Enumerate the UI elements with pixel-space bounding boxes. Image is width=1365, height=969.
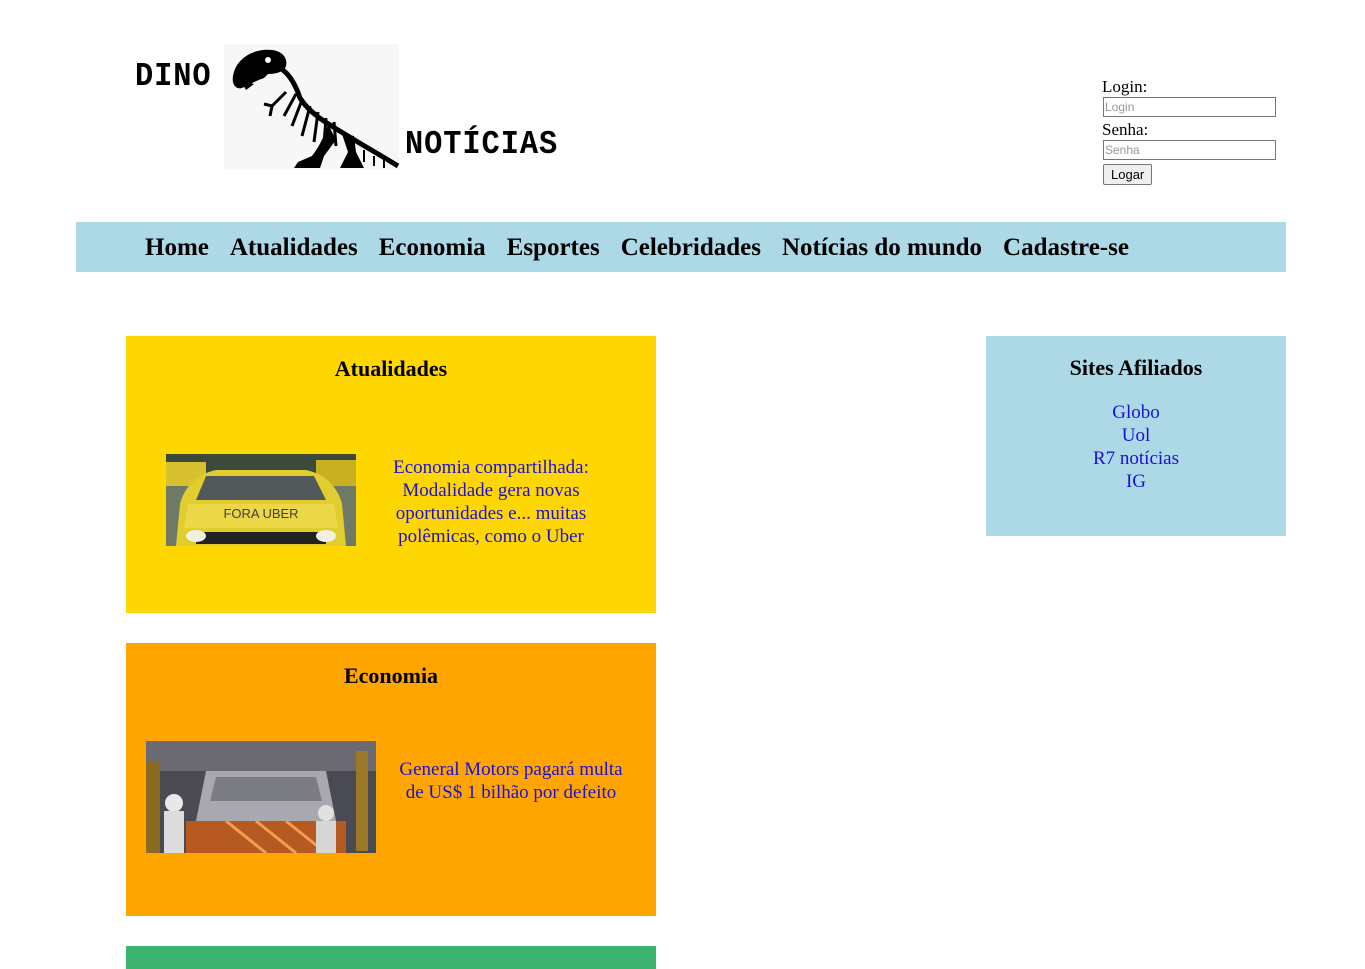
affiliate-link-uol[interactable]: Uol: [1122, 425, 1151, 446]
sidebar-title: Sites Afiliados: [1069, 355, 1203, 380]
login-form: Login: Senha: Logar: [1102, 76, 1282, 185]
login-input[interactable]: [1103, 97, 1276, 117]
svg-text:FORA UBER: FORA UBER: [223, 506, 298, 521]
list-item: IG: [986, 470, 1286, 493]
nav-item-esportes[interactable]: Esportes: [507, 232, 600, 262]
affiliate-link-ig[interactable]: IG: [1126, 471, 1146, 492]
list-item: Globo: [986, 401, 1286, 424]
nav-item-cadastre-se[interactable]: Cadastre-se: [1003, 232, 1129, 262]
car-factory-news-image[interactable]: [146, 741, 376, 853]
taxi-news-image[interactable]: FORA UBER: [166, 454, 356, 546]
section-economia: Economia General Motors pagará multa de …: [126, 643, 656, 916]
affiliate-link-r7[interactable]: R7 notícias: [1093, 448, 1179, 469]
affiliated-sites-panel: Sites Afiliados Globo Uol R7 notícias IG: [986, 336, 1286, 536]
section-title: Economia: [343, 663, 439, 688]
nav-item-home[interactable]: Home: [145, 232, 209, 262]
login-button[interactable]: Logar: [1103, 164, 1153, 185]
nav-item-noticias-do-mundo[interactable]: Notícias do mundo: [782, 232, 982, 262]
nav-item-economia[interactable]: Economia: [379, 232, 486, 262]
section-atualidades: Atualidades FORA UBER Economia compartil…: [126, 336, 656, 613]
trex-skeleton-icon: [224, 44, 399, 169]
logo-word-dino: DINO: [135, 58, 212, 95]
main-nav: Home Atualidades Economia Esportes Celeb…: [76, 222, 1286, 272]
list-item: Uol: [986, 424, 1286, 447]
section-title: Atualidades: [334, 356, 448, 381]
section-green: [126, 946, 656, 969]
headline-link[interactable]: Economia compartilhada: Modalidade gera …: [376, 456, 606, 548]
nav-item-atualidades[interactable]: Atualidades: [230, 232, 358, 262]
nav-item-celebridades[interactable]: Celebridades: [621, 232, 761, 262]
list-item: R7 notícias: [986, 447, 1286, 470]
logo-word-noticias: NOTÍCIAS: [405, 126, 559, 163]
site-logo[interactable]: DINO NOTÍCIAS: [126, 44, 566, 174]
password-input[interactable]: [1103, 140, 1276, 160]
headline-link[interactable]: General Motors pagará multa de US$ 1 bil…: [396, 758, 626, 804]
login-label: Login:: [1102, 77, 1148, 96]
password-label: Senha:: [1102, 120, 1149, 139]
affiliate-link-globo[interactable]: Globo: [1112, 402, 1160, 423]
